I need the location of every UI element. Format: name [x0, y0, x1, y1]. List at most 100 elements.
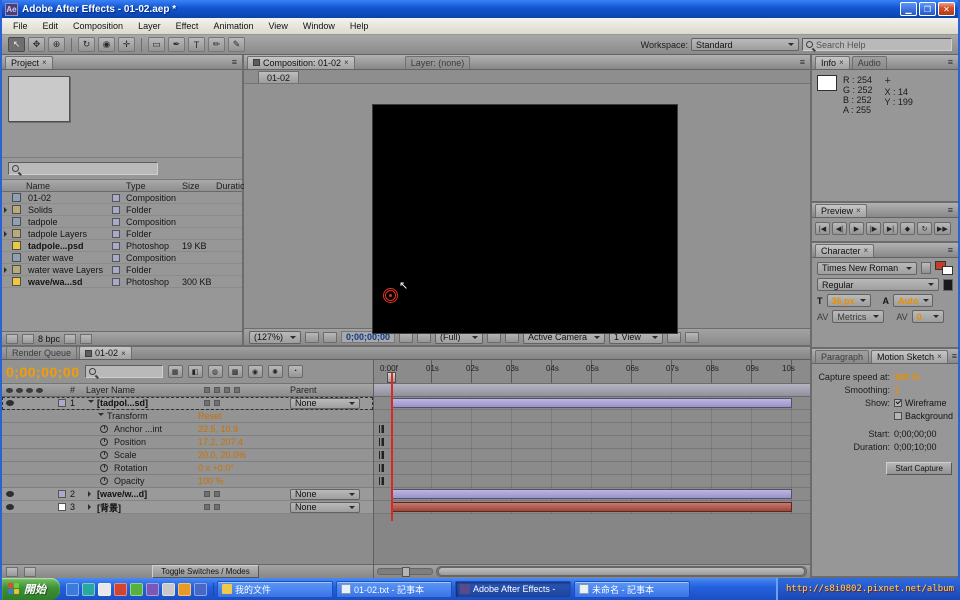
quicklaunch-icon-7[interactable] — [162, 583, 175, 596]
motion-blur-icon[interactable]: ◉ — [248, 365, 263, 378]
menu-window[interactable]: Window — [296, 19, 342, 33]
property-track[interactable] — [374, 475, 810, 488]
stopwatch-icon[interactable] — [100, 477, 108, 485]
camera-tool-icon[interactable]: ◉ — [98, 37, 115, 52]
stopwatch-icon[interactable] — [100, 451, 108, 459]
brush-tool-icon[interactable]: ✏ — [208, 37, 225, 52]
close-icon[interactable]: × — [344, 58, 349, 67]
twirl-icon[interactable] — [98, 413, 104, 419]
close-icon[interactable]: × — [937, 352, 942, 361]
expand-icon[interactable] — [4, 207, 10, 213]
label-chip[interactable] — [112, 266, 120, 274]
panel-menu-icon[interactable]: ≡ — [946, 57, 955, 67]
tab-info[interactable]: Info× — [815, 56, 850, 69]
delete-icon[interactable] — [80, 334, 92, 344]
project-item[interactable]: water wave Composition — [2, 252, 242, 264]
reset-link[interactable]: Reset — [198, 411, 374, 421]
layer-switch-icon[interactable] — [204, 504, 210, 510]
twirl-icon[interactable] — [88, 400, 94, 406]
new-folder-icon[interactable] — [22, 334, 34, 344]
property-value[interactable]: 100 % — [198, 476, 374, 486]
quicklaunch-icon-8[interactable] — [178, 583, 191, 596]
label-chip[interactable] — [112, 278, 120, 286]
auto-keyframe-icon[interactable]: ◔ — [288, 365, 303, 378]
parent-dropdown[interactable]: None — [290, 502, 360, 513]
stopwatch-icon[interactable] — [100, 438, 108, 446]
next-frame-button[interactable]: |▶ — [866, 222, 881, 235]
work-area-bar[interactable] — [374, 384, 810, 397]
property-row-opacity[interactable]: Opacity 100 % — [2, 475, 373, 488]
expand-icon[interactable] — [4, 231, 10, 237]
magnification-dropdown[interactable]: (127%) — [249, 331, 301, 344]
property-value[interactable]: 22.5, 10.9 — [198, 424, 374, 434]
quicklaunch-icon-9[interactable] — [194, 583, 207, 596]
value-indicator-icon[interactable] — [379, 425, 384, 433]
workspace-dropdown[interactable]: Standard — [691, 38, 799, 51]
stopwatch-icon[interactable] — [100, 425, 108, 433]
timeline-button-icon[interactable] — [685, 332, 699, 343]
mask-tool-icon[interactable]: ▭ — [148, 37, 165, 52]
quicklaunch-icon-6[interactable] — [146, 583, 159, 596]
interpret-footage-icon[interactable] — [6, 334, 18, 344]
pen-tool-icon[interactable]: ✒ — [168, 37, 185, 52]
composition-frame[interactable]: ↖ — [372, 104, 678, 334]
quicklaunch-icon-1[interactable] — [66, 583, 79, 596]
kerning-dropdown[interactable]: Auto — [893, 294, 933, 307]
label-chip[interactable] — [58, 503, 66, 511]
col-layer-name[interactable]: Layer Name — [86, 385, 198, 395]
project-item[interactable]: Solids Folder — [2, 204, 242, 216]
property-row-anchor[interactable]: Anchor ...int 22.5, 10.9 — [2, 423, 373, 436]
capture-speed-value[interactable]: 100 % — [894, 372, 920, 382]
layer-duration-bar[interactable] — [392, 502, 792, 512]
property-track[interactable] — [374, 449, 810, 462]
panel-menu-icon[interactable]: ≡ — [946, 245, 955, 255]
layer-duration-bar[interactable] — [392, 489, 792, 499]
label-chip[interactable] — [112, 230, 120, 238]
frame-blending-icon[interactable]: ▩ — [228, 365, 243, 378]
project-search-box[interactable] — [8, 162, 158, 175]
menu-layer[interactable]: Layer — [131, 19, 168, 33]
eye-icon[interactable] — [6, 491, 14, 497]
draft-3d-icon[interactable]: ◧ — [188, 365, 203, 378]
expand-icon[interactable] — [4, 267, 10, 273]
label-chip[interactable] — [112, 206, 120, 214]
twirl-icon[interactable] — [88, 491, 94, 497]
hand-tool-icon[interactable]: ✥ — [28, 37, 45, 52]
close-icon[interactable]: × — [839, 58, 844, 67]
col-name[interactable]: Name — [26, 181, 112, 191]
tab-paragraph[interactable]: Paragraph — [815, 350, 869, 363]
tab-layer[interactable]: Layer: (none) — [405, 56, 471, 69]
quicklaunch-icon-5[interactable] — [130, 583, 143, 596]
start-capture-button[interactable]: Start Capture — [886, 462, 952, 475]
brainstorm-icon[interactable]: ✺ — [268, 365, 283, 378]
smoothing-value[interactable]: 1 — [894, 385, 899, 395]
font-style-dropdown[interactable]: Regular — [817, 278, 939, 291]
toggle-switches-modes-button[interactable]: Toggle Switches / Modes — [152, 565, 259, 578]
menu-view[interactable]: View — [261, 19, 294, 33]
tab-composition[interactable]: Composition: 01-02× — [247, 56, 355, 69]
safe-zones-icon[interactable] — [305, 332, 319, 343]
col-duration[interactable]: Duratio — [216, 181, 245, 191]
tracking-dropdown[interactable]: 0 — [912, 310, 944, 323]
search-input[interactable] — [816, 40, 948, 50]
project-item[interactable]: wave/wa...sd Photoshop300 KB — [2, 276, 242, 288]
quicklaunch-icon-4[interactable] — [114, 583, 127, 596]
project-item[interactable]: 01-02 Composition — [2, 192, 242, 204]
project-item[interactable]: water wave Layers Folder — [2, 264, 242, 276]
layer-switch-icon[interactable] — [214, 400, 220, 406]
minimize-button[interactable]: ▁ — [900, 2, 917, 16]
first-frame-button[interactable]: |◀ — [815, 222, 830, 235]
value-indicator-icon[interactable] — [379, 451, 384, 459]
menu-edit[interactable]: Edit — [36, 19, 66, 33]
layer-switch-icon[interactable] — [204, 491, 210, 497]
zoom-tool-icon[interactable]: ⊕ — [48, 37, 65, 52]
current-time-indicator-line[interactable] — [391, 373, 393, 521]
close-icon[interactable]: × — [864, 246, 869, 255]
property-row-position[interactable]: Position 17.2, 207.4 — [2, 436, 373, 449]
taskbar-item-notepad-2[interactable]: 未命名 - 記事本 — [574, 581, 690, 598]
panel-menu-icon[interactable]: ≡ — [946, 205, 955, 215]
parent-dropdown[interactable]: None — [290, 489, 360, 500]
property-row-scale[interactable]: Scale 20.0, 20.0% — [2, 449, 373, 462]
transform-group-row[interactable]: Transform Reset — [2, 410, 373, 423]
taskbar-item-my-documents[interactable]: 我的文件 — [217, 581, 333, 598]
